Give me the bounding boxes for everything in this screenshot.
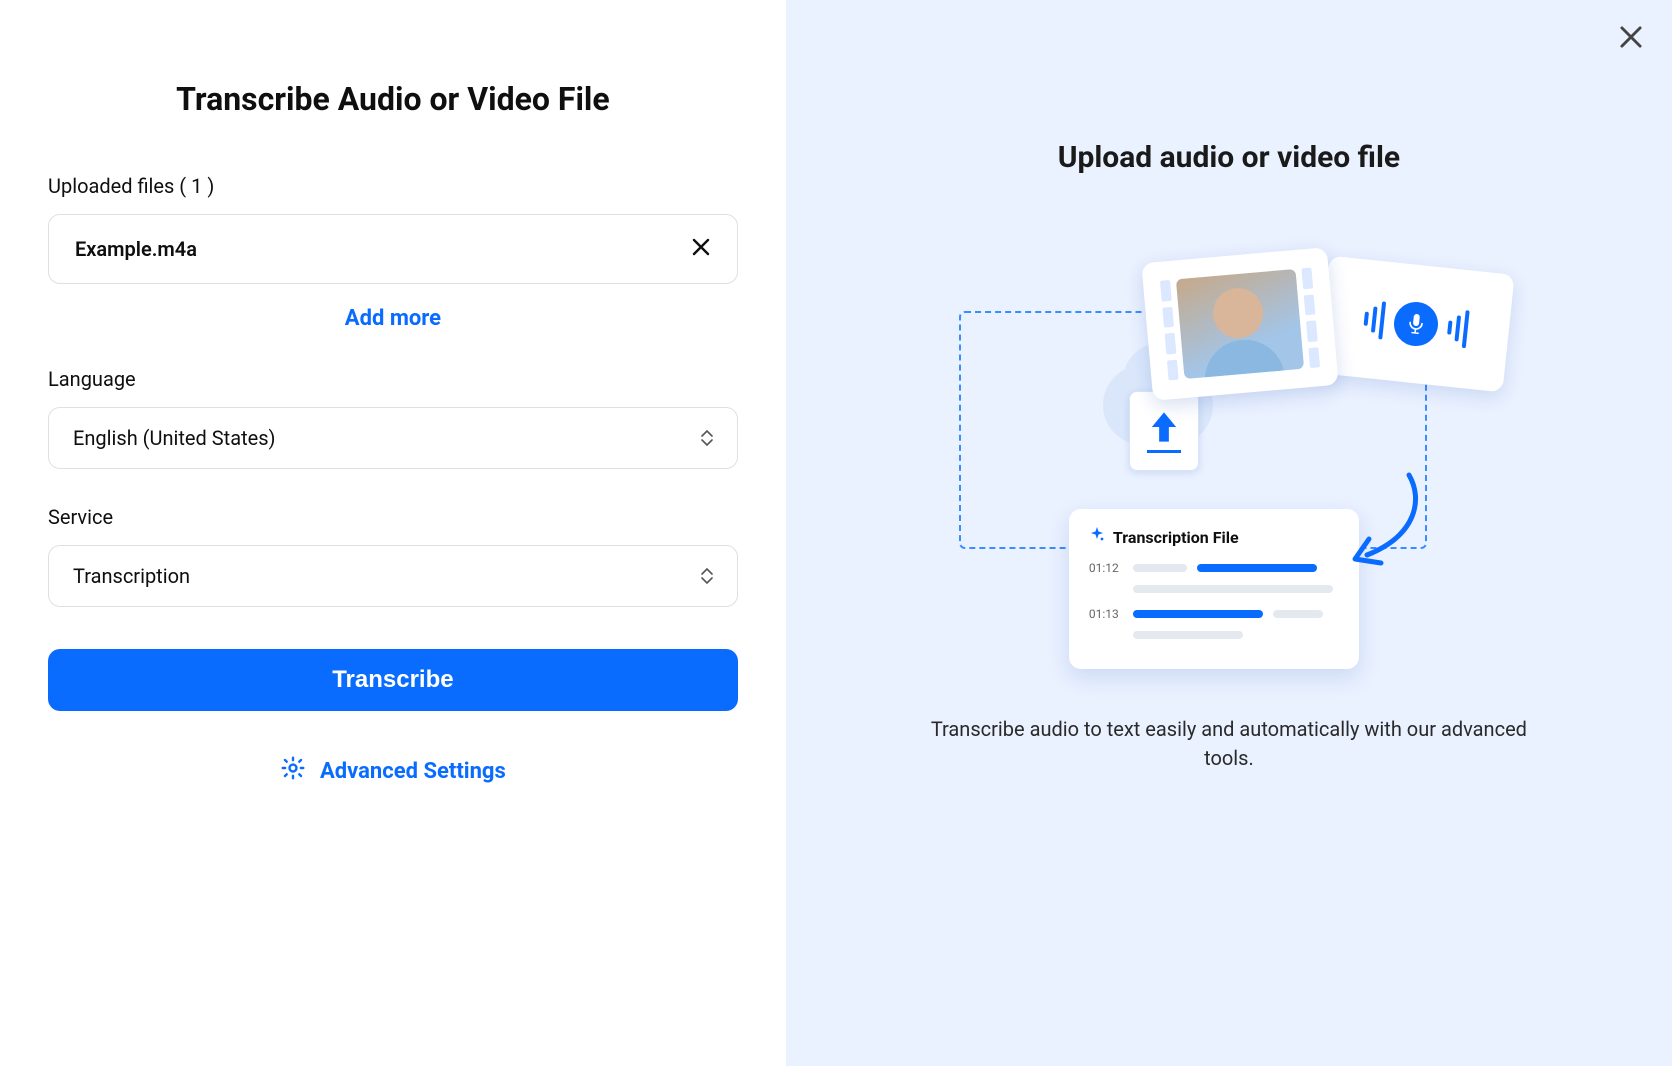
advanced-settings-link[interactable]: Advanced Settings bbox=[48, 755, 738, 787]
advanced-settings-label: Advanced Settings bbox=[320, 759, 506, 784]
arrow-swoop-icon bbox=[1339, 469, 1429, 579]
service-select[interactable]: Transcription bbox=[48, 545, 738, 607]
sparkle-icon bbox=[1089, 527, 1105, 547]
chevron-sort-icon bbox=[701, 568, 713, 584]
mic-icon bbox=[1392, 300, 1440, 348]
uploaded-file-chip: Example.m4a bbox=[48, 214, 738, 284]
transcript-card-illustration: Transcription File 01:12 01:13 bbox=[1069, 509, 1359, 669]
video-card-illustration bbox=[1141, 247, 1338, 401]
chevron-sort-icon bbox=[701, 430, 713, 446]
language-value: English (United States) bbox=[73, 426, 276, 450]
uploaded-files-label: Uploaded files ( 1 ) bbox=[48, 174, 738, 198]
timestamp: 01:13 bbox=[1089, 607, 1123, 621]
info-title: Upload audio or video file bbox=[1058, 140, 1400, 175]
transcribe-button[interactable]: Transcribe bbox=[48, 649, 738, 711]
remove-file-icon[interactable] bbox=[691, 237, 711, 262]
upload-arrow-icon bbox=[1129, 391, 1199, 471]
service-label: Service bbox=[48, 505, 738, 529]
audio-card-illustration bbox=[1317, 256, 1514, 393]
info-panel: Upload audio or video file Trans bbox=[786, 0, 1672, 1066]
uploaded-file-name: Example.m4a bbox=[75, 237, 197, 261]
form-panel: Transcribe Audio or Video File Uploaded … bbox=[0, 0, 786, 1066]
transcript-card-title: Transcription File bbox=[1113, 528, 1239, 547]
page-title: Transcribe Audio or Video File bbox=[48, 80, 738, 118]
timestamp: 01:12 bbox=[1089, 561, 1123, 575]
add-more-link[interactable]: Add more bbox=[48, 306, 738, 331]
info-description: Transcribe audio to text easily and auto… bbox=[919, 715, 1539, 773]
gear-icon bbox=[280, 755, 306, 787]
language-label: Language bbox=[48, 367, 738, 391]
language-select[interactable]: English (United States) bbox=[48, 407, 738, 469]
illustration: Transcription File 01:12 01:13 bbox=[929, 235, 1529, 675]
close-modal-icon[interactable] bbox=[1618, 24, 1644, 54]
service-value: Transcription bbox=[73, 564, 190, 588]
